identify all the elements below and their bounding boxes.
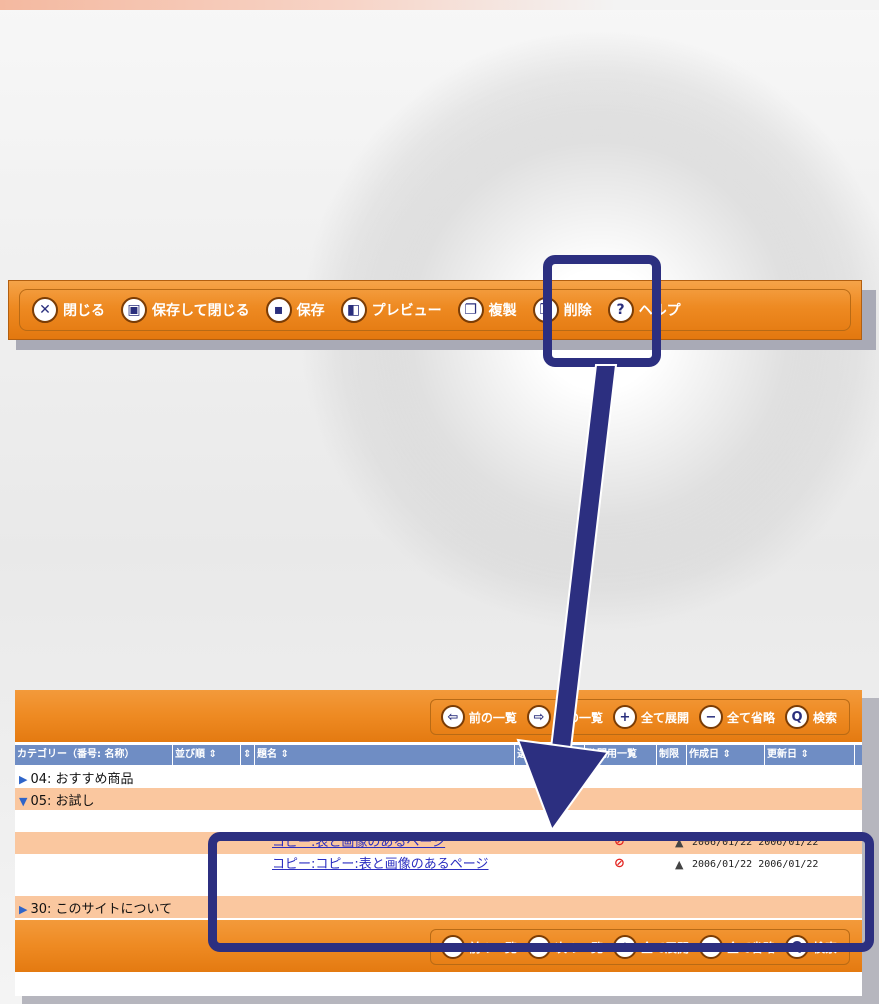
arrow-left-icon: ⇦ <box>440 705 465 729</box>
header-restriction[interactable]: 制限 <box>657 745 687 765</box>
next-list-label: 次の一覧 <box>554 710 603 725</box>
edit-toolbar: ✕ 閉じる ▣ 保存して閉じる ▪ 保存 ◧ プレビュー ❐ 複製 ❒ 削除 ?… <box>8 280 862 340</box>
close-label: 閉じる <box>63 303 105 319</box>
header-order[interactable]: 並び順 ⇕ <box>173 745 241 765</box>
category-toggle[interactable]: ▼ 05: お試し <box>19 790 95 809</box>
save-button[interactable]: ▪ 保存 <box>265 297 325 323</box>
category-row[interactable]: ▼ 05: お試し <box>15 788 862 810</box>
top-nav-bar: ⇦ 前の一覧 ⇨ 次の一覧 + 全て展開 − 全て省略 Q 検索 <box>15 690 862 742</box>
save-and-close-label: 保存して閉じる <box>152 303 250 319</box>
header-sort[interactable]: ⇕ <box>241 745 255 765</box>
top-nav-group: ⇦ 前の一覧 ⇨ 次の一覧 + 全て展開 − 全て省略 Q 検索 <box>429 699 850 735</box>
header-created[interactable]: 作成日 ⇕ <box>687 745 765 765</box>
header-updated[interactable]: 更新日 ⇕ <box>765 745 855 765</box>
close-button[interactable]: ✕ 閉じる <box>32 297 105 323</box>
collapse-all-label: 全て省略 <box>726 710 775 725</box>
expand-all-label: 全て展開 <box>640 710 689 725</box>
save-close-icon: ▣ <box>121 297 147 323</box>
arrow-right-icon: ⇨ <box>526 705 551 729</box>
close-icon: ✕ <box>32 297 58 323</box>
save-and-close-button[interactable]: ▣ 保存して閉じる <box>121 297 250 323</box>
plus-icon: + <box>612 705 637 729</box>
preview-button[interactable]: ◧ プレビュー <box>340 297 442 323</box>
expand-all-button[interactable]: + 全て展開 <box>612 705 689 729</box>
category-label: 05: お試し <box>30 794 95 809</box>
table-row <box>15 810 862 832</box>
top-strip <box>0 0 879 10</box>
collapse-all-button[interactable]: − 全て省略 <box>698 705 775 729</box>
minus-icon: − <box>698 705 723 729</box>
search-icon: Q <box>784 705 809 729</box>
triangle-down-icon: ▼ <box>19 795 28 808</box>
category-row[interactable]: ▶ 04: おすすめ商品 <box>15 766 862 788</box>
category-toggle[interactable]: ▶ 30: このサイトについて <box>19 898 172 917</box>
toolbar-group: ✕ 閉じる ▣ 保存して閉じる ▪ 保存 ◧ プレビュー ❐ 複製 ❒ 削除 ?… <box>19 289 851 331</box>
preview-icon: ◧ <box>340 297 367 323</box>
copy-label: 複製 <box>488 303 517 319</box>
category-toggle[interactable]: ▶ 04: おすすめ商品 <box>19 768 134 787</box>
search-label: 検索 <box>812 710 837 725</box>
header-title[interactable]: 題名 ⇕ <box>255 745 515 765</box>
table-header: カテゴリー（番号: 名称） 並び順 ⇕ ⇕ 題名 ⇕ 選 公開用一覧 制限 作成… <box>15 745 862 765</box>
triangle-right-icon: ▶ <box>19 773 28 786</box>
highlight-copied-rows <box>208 832 874 952</box>
header-public-list[interactable]: 公開用一覧 <box>585 745 657 765</box>
save-icon: ▪ <box>265 297 292 323</box>
category-label: 04: おすすめ商品 <box>30 772 134 787</box>
header-column5[interactable]: 選 <box>515 745 585 765</box>
copy-button[interactable]: ❐ 複製 <box>457 297 517 323</box>
triangle-right-icon: ▶ <box>19 903 28 916</box>
preview-label: プレビュー <box>371 303 442 319</box>
copy-icon: ❐ <box>457 297 484 323</box>
next-list-button[interactable]: ⇨ 次の一覧 <box>526 705 603 729</box>
save-label: 保存 <box>296 303 325 319</box>
prev-list-label: 前の一覧 <box>468 710 517 725</box>
highlight-copy-button <box>543 255 661 367</box>
search-button[interactable]: Q 検索 <box>784 705 837 729</box>
category-label: 30: このサイトについて <box>30 902 173 917</box>
header-category[interactable]: カテゴリー（番号: 名称） <box>15 745 173 765</box>
prev-list-button[interactable]: ⇦ 前の一覧 <box>440 705 517 729</box>
